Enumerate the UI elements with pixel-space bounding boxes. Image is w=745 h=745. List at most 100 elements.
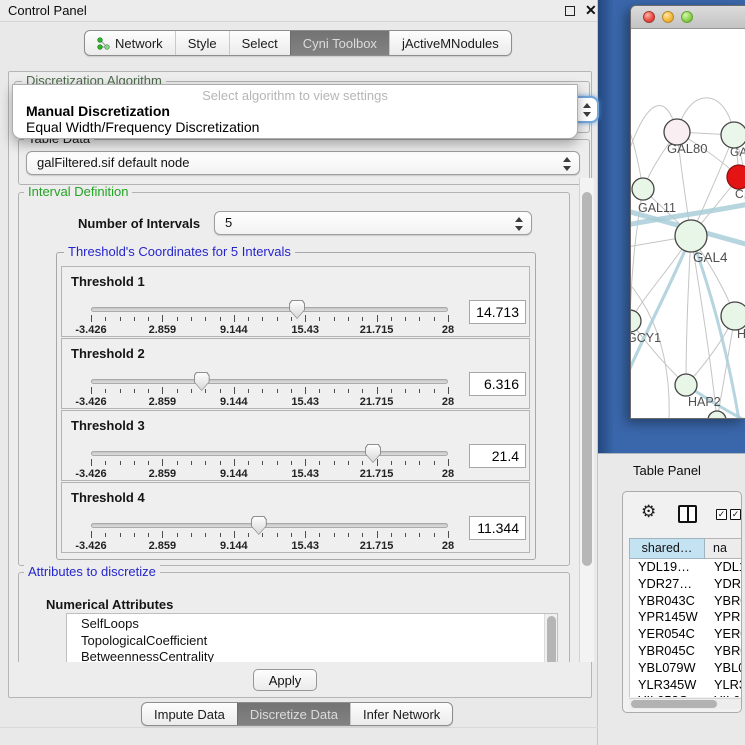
table-cell[interactable]: YIL0 (706, 693, 742, 697)
table-row[interactable]: YDR27…YDR2 (630, 576, 742, 593)
tab-style[interactable]: Style (175, 31, 229, 55)
slider-track[interactable] (91, 307, 448, 312)
threshold-value-field[interactable]: 6.316 (469, 372, 526, 396)
table-row[interactable]: YDL19…YDL1 (630, 559, 742, 576)
network-node-h[interactable] (721, 302, 745, 330)
network-node-gcy1[interactable] (631, 310, 641, 332)
threshold-value-field[interactable]: 11.344 (469, 516, 526, 540)
network-node-gal11[interactable] (632, 178, 654, 200)
algorithm-option-equal-width-frequency[interactable]: Equal Width/Frequency Discretization (13, 119, 577, 135)
table-cell[interactable]: YBR043C (630, 593, 706, 610)
float-window-icon[interactable] (565, 6, 575, 16)
slider-tick (348, 533, 349, 537)
network-window-titlebar[interactable] (631, 6, 745, 29)
traffic-light-minimize-icon[interactable] (662, 11, 674, 23)
column-header-shared-name[interactable]: shared… (629, 538, 705, 559)
network-canvas[interactable]: GAL80GACGAL11GAL4GCY1HHAP2 (631, 29, 745, 419)
slider-track[interactable] (91, 523, 448, 528)
threshold-value-field[interactable]: 14.713 (469, 300, 526, 324)
network-node-c[interactable] (727, 165, 745, 189)
threshold-slider[interactable]: -3.4262.8599.14415.4321.71528 (91, 443, 448, 481)
network-node[interactable] (708, 411, 726, 419)
threshold-slider[interactable]: -3.4262.8599.14415.4321.71528 (91, 515, 448, 553)
attribute-list-item[interactable]: BetweennessCentrality (81, 649, 557, 662)
node-table: shared… na YDL19…YDL1YDR27…YDR2YBR043CYB… (629, 538, 742, 711)
list-scrollbar[interactable] (544, 614, 557, 662)
table-cell[interactable]: YPR1 (706, 609, 742, 626)
horizontal-scrollbar[interactable] (629, 698, 742, 709)
slider-thumb[interactable] (365, 444, 381, 463)
main-scrollbar[interactable] (579, 178, 594, 662)
checkbox-icon[interactable]: ✓ (730, 509, 741, 520)
table-cell[interactable]: YLR3 (706, 677, 742, 694)
table-row[interactable]: YBR045CYBR0 (630, 643, 742, 660)
table-cell[interactable]: YBL0 (706, 660, 742, 677)
table-row[interactable]: YLR345WYLR3 (630, 677, 742, 694)
table-row[interactable]: YBL079WYBL0 (630, 660, 742, 677)
numerical-attributes-list[interactable]: SelfLoopsTopologicalCoefficientBetweenne… (66, 613, 558, 662)
tab-label: Impute Data (154, 707, 225, 722)
apply-button[interactable]: Apply (253, 669, 317, 691)
attribute-list-item[interactable]: SelfLoops (81, 616, 557, 633)
table-data-combobox[interactable]: galFiltered.sif default node (26, 151, 580, 175)
slider-tick (319, 389, 320, 393)
tab-infer-network[interactable]: Infer Network (350, 703, 452, 725)
slider-tick (334, 461, 335, 465)
tab-jactivemnodules[interactable]: jActiveMNodules (389, 31, 511, 55)
number-of-intervals-combobox[interactable]: 5 (214, 211, 532, 235)
slider-tick (319, 461, 320, 465)
table-cell[interactable]: YBL079W (630, 660, 706, 677)
tab-select[interactable]: Select (229, 31, 290, 55)
threshold-label: Threshold 2 (71, 346, 145, 361)
table-cell[interactable]: YDL1 (706, 559, 742, 576)
close-icon[interactable]: ✕ (585, 2, 597, 19)
table-cell[interactable]: YDR2 (706, 576, 742, 593)
split-columns-icon[interactable] (678, 505, 697, 523)
table-cell[interactable]: YPR145W (630, 609, 706, 626)
threshold-slider[interactable]: -3.4262.8599.14415.4321.71528 (91, 371, 448, 409)
algorithm-option-manual-discretization[interactable]: Manual Discretization (13, 103, 577, 119)
attribute-list-item[interactable]: TopologicalCoefficient (81, 633, 557, 650)
table-row[interactable]: YIL052CYIL0 (630, 693, 742, 697)
slider-tick (120, 389, 121, 393)
table-row[interactable]: YPR145WYPR1 (630, 609, 742, 626)
table-cell[interactable]: YBR0 (706, 593, 742, 610)
threshold-slider[interactable]: -3.4262.8599.14415.4321.71528 (91, 299, 448, 337)
network-window[interactable]: GAL80GACGAL11GAL4GCY1HHAP2 (630, 5, 745, 419)
number-of-intervals-label: Number of Intervals (78, 216, 200, 231)
table-cell[interactable]: YDL19… (630, 559, 706, 576)
slider-track[interactable] (91, 451, 448, 456)
tab-discretize-data[interactable]: Discretize Data (237, 703, 350, 725)
tab-network[interactable]: Network (85, 31, 175, 55)
column-header-name[interactable]: na (705, 538, 742, 559)
table-cell[interactable]: YER0 (706, 626, 742, 643)
slider-tick (419, 389, 420, 393)
slider-tick (419, 317, 420, 321)
slider-thumb[interactable] (251, 516, 267, 535)
list-scrollbar-thumb[interactable] (547, 616, 556, 662)
slider-tick (105, 317, 106, 321)
network-node-label: HAP2 (688, 395, 721, 409)
slider-thumb[interactable] (194, 372, 210, 391)
slider-tick-label: 9.144 (220, 324, 248, 336)
table-cell[interactable]: YBR0 (706, 643, 742, 660)
horizontal-scrollbar-thumb[interactable] (631, 700, 717, 708)
table-row[interactable]: YER054CYER0 (630, 626, 742, 643)
network-node-gal4[interactable] (675, 220, 707, 252)
tab-cyni-toolbox[interactable]: Cyni Toolbox (290, 31, 389, 55)
table-cell[interactable]: YER054C (630, 626, 706, 643)
slider-track[interactable] (91, 379, 448, 384)
traffic-light-close-icon[interactable] (643, 11, 655, 23)
traffic-light-zoom-icon[interactable] (681, 11, 693, 23)
tab-impute-data[interactable]: Impute Data (142, 703, 237, 725)
table-cell[interactable]: YLR345W (630, 677, 706, 694)
table-cell[interactable]: YBR045C (630, 643, 706, 660)
gear-icon[interactable]: ⚙ (641, 502, 656, 522)
table-row[interactable]: YBR043CYBR0 (630, 593, 742, 610)
table-cell[interactable]: YIL052C (630, 693, 706, 697)
network-node-hap2[interactable] (675, 374, 697, 396)
checkbox-icon[interactable]: ✓ (716, 509, 727, 520)
threshold-value-field[interactable]: 21.4 (469, 444, 526, 468)
table-cell[interactable]: YDR27… (630, 576, 706, 593)
main-scrollbar-thumb[interactable] (582, 192, 592, 566)
